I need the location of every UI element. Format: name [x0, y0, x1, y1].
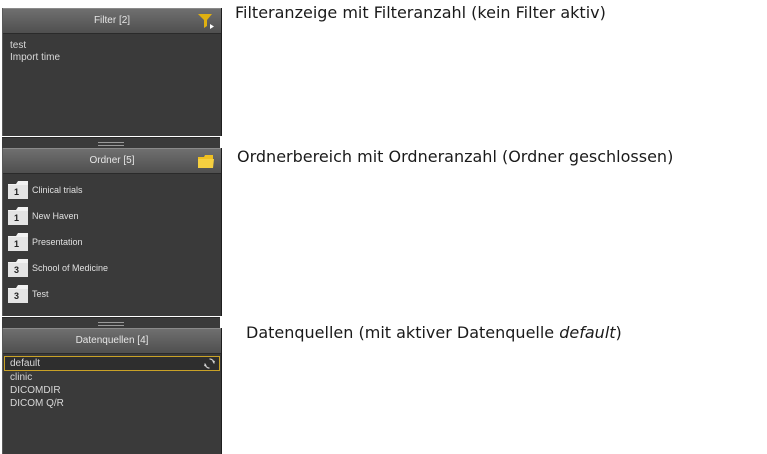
- folder-label: Presentation: [32, 237, 83, 247]
- datasource-title: Datenquellen [4]: [75, 335, 149, 346]
- folder-count: 1: [13, 187, 19, 197]
- folder-label: Clinical trials: [32, 185, 83, 195]
- caption-datasources-em: default: [559, 323, 616, 342]
- folder-icon[interactable]: [197, 152, 215, 170]
- datasource-item-active[interactable]: default: [4, 356, 220, 371]
- folder-panel: Ordner [5] 1 Clinical trials 1 New Haven: [2, 148, 222, 316]
- folder-label: Test: [32, 289, 49, 299]
- filter-title: Filter [2]: [93, 15, 131, 26]
- datasource-item[interactable]: DICOMDIR: [3, 384, 221, 397]
- filter-item[interactable]: test: [3, 40, 221, 52]
- caption-datasources-prefix: Datenquellen (mit aktiver Datenquelle: [246, 323, 560, 342]
- folder-count: 1: [13, 239, 19, 249]
- caption-filter: Filteranzeige mit Filteranzahl (kein Fil…: [235, 3, 606, 22]
- folder-label: New Haven: [32, 211, 79, 221]
- folder-item[interactable]: 1 Presentation: [3, 229, 221, 255]
- folder-count: 1: [13, 213, 19, 223]
- caption-folders: Ordnerbereich mit Ordneranzahl (Ordner g…: [237, 147, 674, 166]
- filter-panel: Filter [2] test Import time: [2, 8, 222, 136]
- folder-item[interactable]: 3 School of Medicine: [3, 255, 221, 281]
- datasource-item[interactable]: DICOM Q/R: [3, 397, 221, 410]
- datasource-label: default: [10, 358, 41, 369]
- caption-datasources-suffix: ): [615, 323, 622, 342]
- folder-title: Ordner [5]: [89, 155, 135, 166]
- folder-item[interactable]: 1 Clinical trials: [3, 177, 221, 203]
- datasource-panel: Datenquellen [4] default clinic DICOMDIR…: [2, 328, 222, 454]
- folder-label: School of Medicine: [32, 263, 109, 273]
- folder-item[interactable]: 1 New Haven: [3, 203, 221, 229]
- caption-datasources: Datenquellen (mit aktiver Datenquelle de…: [246, 323, 622, 342]
- funnel-icon[interactable]: [197, 12, 215, 30]
- filter-header[interactable]: Filter [2]: [3, 8, 221, 34]
- folder-item[interactable]: 3 Test: [3, 281, 221, 307]
- folder-count: 3: [13, 265, 19, 275]
- sync-icon[interactable]: [204, 358, 215, 369]
- filter-item[interactable]: Import time: [3, 52, 221, 64]
- folder-header[interactable]: Ordner [5]: [3, 148, 221, 174]
- datasource-header[interactable]: Datenquellen [4]: [3, 328, 221, 354]
- datasource-item[interactable]: clinic: [3, 371, 221, 384]
- folder-count: 3: [13, 291, 19, 301]
